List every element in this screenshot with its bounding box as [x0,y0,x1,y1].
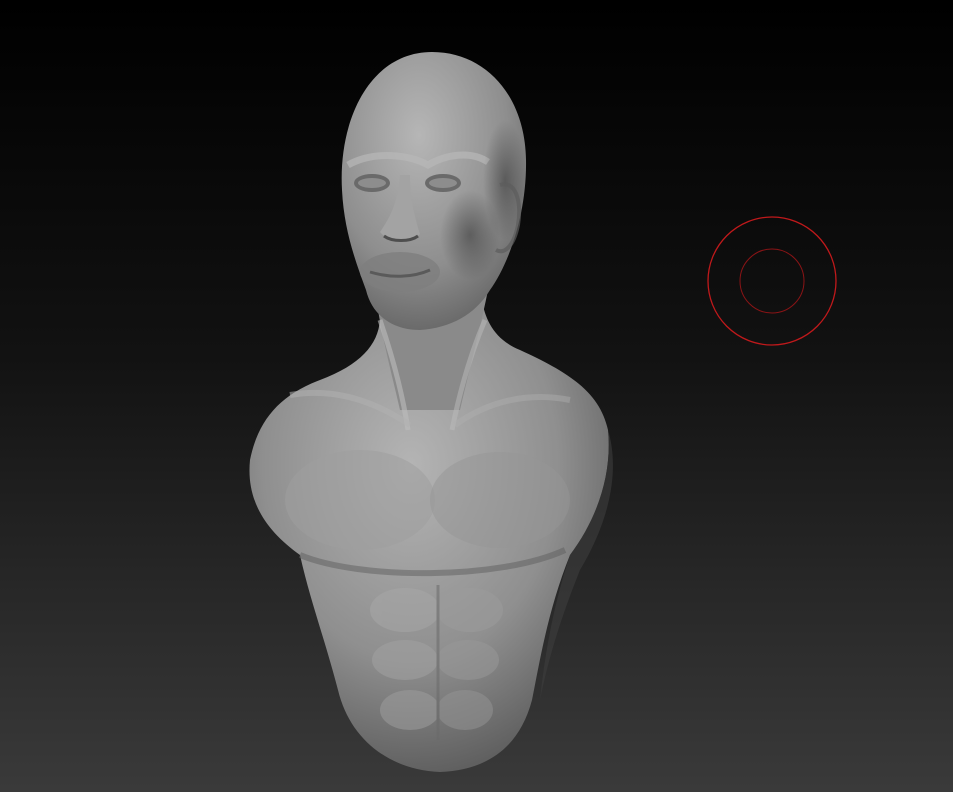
brush-cursor-icon[interactable] [707,216,837,346]
eye-left-lid [358,178,386,188]
eye-right-lid [429,178,457,188]
abdomen [370,585,503,740]
brush-outer-ring [707,216,837,346]
sculpt-viewport[interactable] [0,0,953,792]
pectoral-left [285,450,435,550]
brush-inner-ring [739,248,805,314]
pectoral-right [430,452,570,548]
sculpt-canvas[interactable] [0,0,953,792]
